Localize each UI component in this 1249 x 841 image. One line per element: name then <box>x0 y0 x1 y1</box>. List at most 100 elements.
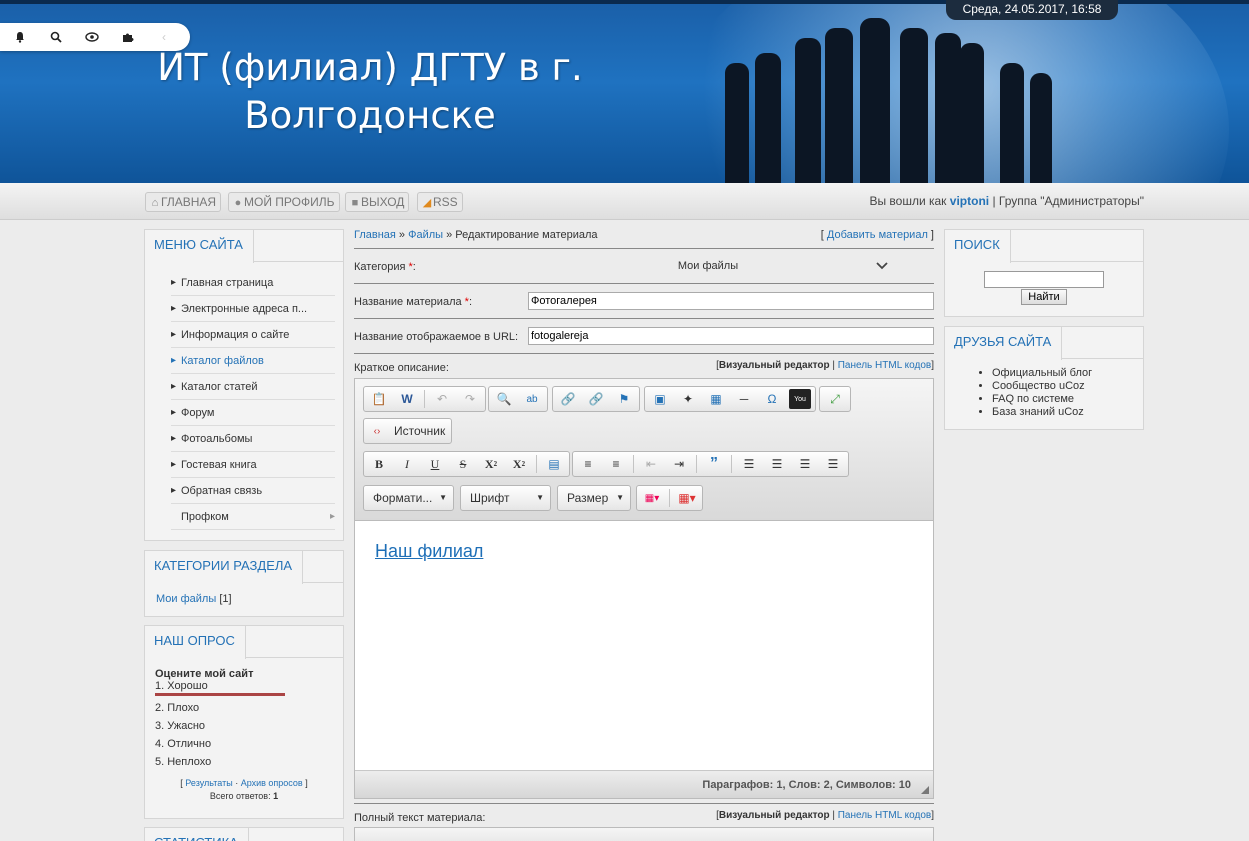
redo-icon[interactable]: ↷ <box>459 389 481 409</box>
italic-icon[interactable]: I <box>396 454 418 474</box>
username-link[interactable]: viptoni <box>950 194 989 208</box>
bell-icon[interactable] <box>12 29 28 45</box>
friend-link[interactable]: Официальный блог <box>992 367 1143 380</box>
unlink-icon[interactable]: 🔗 <box>585 389 607 409</box>
category-link[interactable]: Мои файлы <box>156 593 216 605</box>
flash-icon[interactable]: ✦ <box>677 389 699 409</box>
friend-link[interactable]: Сообщество uCoz <box>992 380 1143 393</box>
youtube-icon[interactable]: You <box>789 389 811 409</box>
find-icon[interactable]: 🔍 <box>493 389 515 409</box>
search-icon[interactable] <box>48 29 64 45</box>
nav-home-button[interactable]: ⌂ ГЛАВНАЯ <box>145 192 222 212</box>
categories-box: КАТЕГОРИИ РАЗДЕЛА Мои файлы [1] <box>144 550 344 617</box>
nav-rss-button[interactable]: ◢ RSS <box>417 192 463 212</box>
table-insert-icon[interactable]: ▦▾ <box>676 488 698 508</box>
menu-item-feedback[interactable]: Обратная связь <box>171 478 335 504</box>
link-icon[interactable]: 🔗 <box>557 389 579 409</box>
friends-title: ДРУЗЬЯ САЙТА <box>945 327 1063 360</box>
color-picker-icon[interactable]: ▦▾ <box>641 488 663 508</box>
dropdown-arrow-icon: ▼ <box>616 493 624 502</box>
poll-results-link[interactable]: Результаты <box>185 778 232 788</box>
paste-word-icon[interactable]: W <box>396 389 418 409</box>
remove-format-icon[interactable]: ▤ <box>543 454 565 474</box>
material-name-input[interactable] <box>528 292 934 310</box>
poll-archive-link[interactable]: Архив опросов <box>241 778 303 788</box>
search-input[interactable] <box>984 271 1104 288</box>
outdent-icon[interactable]: ⇤ <box>640 454 662 474</box>
dropdown-arrow-icon: ▼ <box>536 493 544 502</box>
chevron-down-icon <box>876 255 888 284</box>
puzzle-icon[interactable] <box>120 29 136 45</box>
category-label: Категория <box>354 261 406 273</box>
align-right-icon[interactable]: ☰ <box>794 454 816 474</box>
visual-editor-toggle-2[interactable]: Визуальный редактор <box>719 810 830 821</box>
maximize-icon[interactable]: ⤢ <box>824 389 846 409</box>
eye-icon[interactable] <box>84 29 100 45</box>
indent-icon[interactable]: ⇥ <box>668 454 690 474</box>
menu-item-photo-albums[interactable]: Фотоальбомы <box>171 426 335 452</box>
undo-icon[interactable]: ↶ <box>431 389 453 409</box>
anchor-icon[interactable]: ⚑ <box>613 389 635 409</box>
url-row: Название отображаемое в URL: <box>354 319 934 354</box>
menu-item-guestbook[interactable]: Гостевая книга <box>171 452 335 478</box>
font-combo[interactable]: Шрифт ▼ <box>460 485 551 511</box>
editor-link[interactable]: Наш филиал <box>375 541 483 562</box>
menu-item-file-catalog[interactable]: Каталог файлов <box>171 348 335 374</box>
rss-icon: ◢ <box>422 197 432 209</box>
table-icon[interactable]: ▦ <box>705 389 727 409</box>
underline-icon[interactable]: U <box>424 454 446 474</box>
special-char-icon[interactable]: Ω <box>761 389 783 409</box>
bulleted-list-icon[interactable]: ≡ <box>605 454 627 474</box>
format-combo[interactable]: Формати... ▼ <box>363 485 454 511</box>
dropdown-arrow-icon: ▼ <box>439 493 447 502</box>
poll-option: 5. Неплохо <box>155 756 212 768</box>
add-material-link[interactable]: Добавить материал <box>827 229 928 241</box>
category-select[interactable]: Мои файлы <box>528 255 888 277</box>
visual-editor-toggle[interactable]: Визуальный редактор <box>719 360 830 371</box>
crumb-home[interactable]: Главная <box>354 229 396 241</box>
source-button[interactable]: ‹› Источник <box>363 418 453 444</box>
crumb-files[interactable]: Файлы <box>408 229 443 241</box>
menu-item-about[interactable]: Информация о сайте <box>171 322 335 348</box>
nav-logout-button[interactable]: ■ ВЫХОД <box>345 192 410 212</box>
image-icon[interactable]: ▣ <box>649 389 671 409</box>
strikethrough-icon[interactable]: S <box>452 454 474 474</box>
editor-content[interactable]: Наш филиал <box>355 521 933 770</box>
menu-item-home[interactable]: Главная страница <box>171 270 335 296</box>
blockquote-icon[interactable]: ” <box>703 454 725 474</box>
short-desc-label: Краткое описание: <box>354 362 449 374</box>
html-panel-link-2[interactable]: Панель HTML кодов <box>838 810 932 821</box>
friend-link[interactable]: База знаний uCoz <box>992 406 1143 419</box>
resize-grip-icon[interactable] <box>921 786 929 794</box>
menu-item-union[interactable]: Профком ▸ <box>171 504 335 530</box>
nav-profile-button[interactable]: ● МОЙ ПРОФИЛЬ <box>228 192 340 212</box>
menu-item-emails[interactable]: Электронные адреса п... <box>171 296 335 322</box>
menu-item-forum[interactable]: Форум <box>171 400 335 426</box>
collapse-icon[interactable]: ‹ <box>156 29 172 45</box>
site-menu-box: МЕНЮ САЙТА Главная страница Электронные … <box>144 229 344 541</box>
url-name-input[interactable] <box>528 327 934 345</box>
subscript-icon[interactable]: X2 <box>480 454 502 474</box>
size-combo[interactable]: Размер ▼ <box>557 485 631 511</box>
friends-list: Официальный блог Сообщество uCoz FAQ по … <box>945 359 1143 419</box>
paste-text-icon[interactable]: 📋 <box>368 389 390 409</box>
breadcrumb: Главная » Файлы » Редактирование материа… <box>354 229 934 249</box>
align-justify-icon[interactable]: ☰ <box>822 454 844 474</box>
editor-status: Параграфов: 1, Слов: 2, Символов: 10 <box>355 770 933 798</box>
bold-icon[interactable]: B <box>368 454 390 474</box>
stats-title: СТАТИСТИКА <box>145 828 249 841</box>
menu-item-article-catalog[interactable]: Каталог статей <box>171 374 335 400</box>
categories-title: КАТЕГОРИИ РАЗДЕЛА <box>145 551 304 584</box>
align-center-icon[interactable]: ☰ <box>766 454 788 474</box>
html-panel-link[interactable]: Панель HTML кодов <box>838 360 932 371</box>
numbered-list-icon[interactable]: ≡ <box>577 454 599 474</box>
lock-icon: ■ <box>351 197 359 209</box>
replace-icon[interactable]: ab <box>521 389 543 409</box>
friend-link[interactable]: FAQ по системе <box>992 393 1143 406</box>
search-button[interactable]: Найти <box>1021 289 1067 305</box>
poll-question: Оцените мой сайт <box>155 668 254 680</box>
horizontal-line-icon[interactable]: ─ <box>733 389 755 409</box>
url-label: Название отображаемое в URL: <box>354 331 519 343</box>
align-left-icon[interactable]: ☰ <box>738 454 760 474</box>
superscript-icon[interactable]: X2 <box>508 454 530 474</box>
